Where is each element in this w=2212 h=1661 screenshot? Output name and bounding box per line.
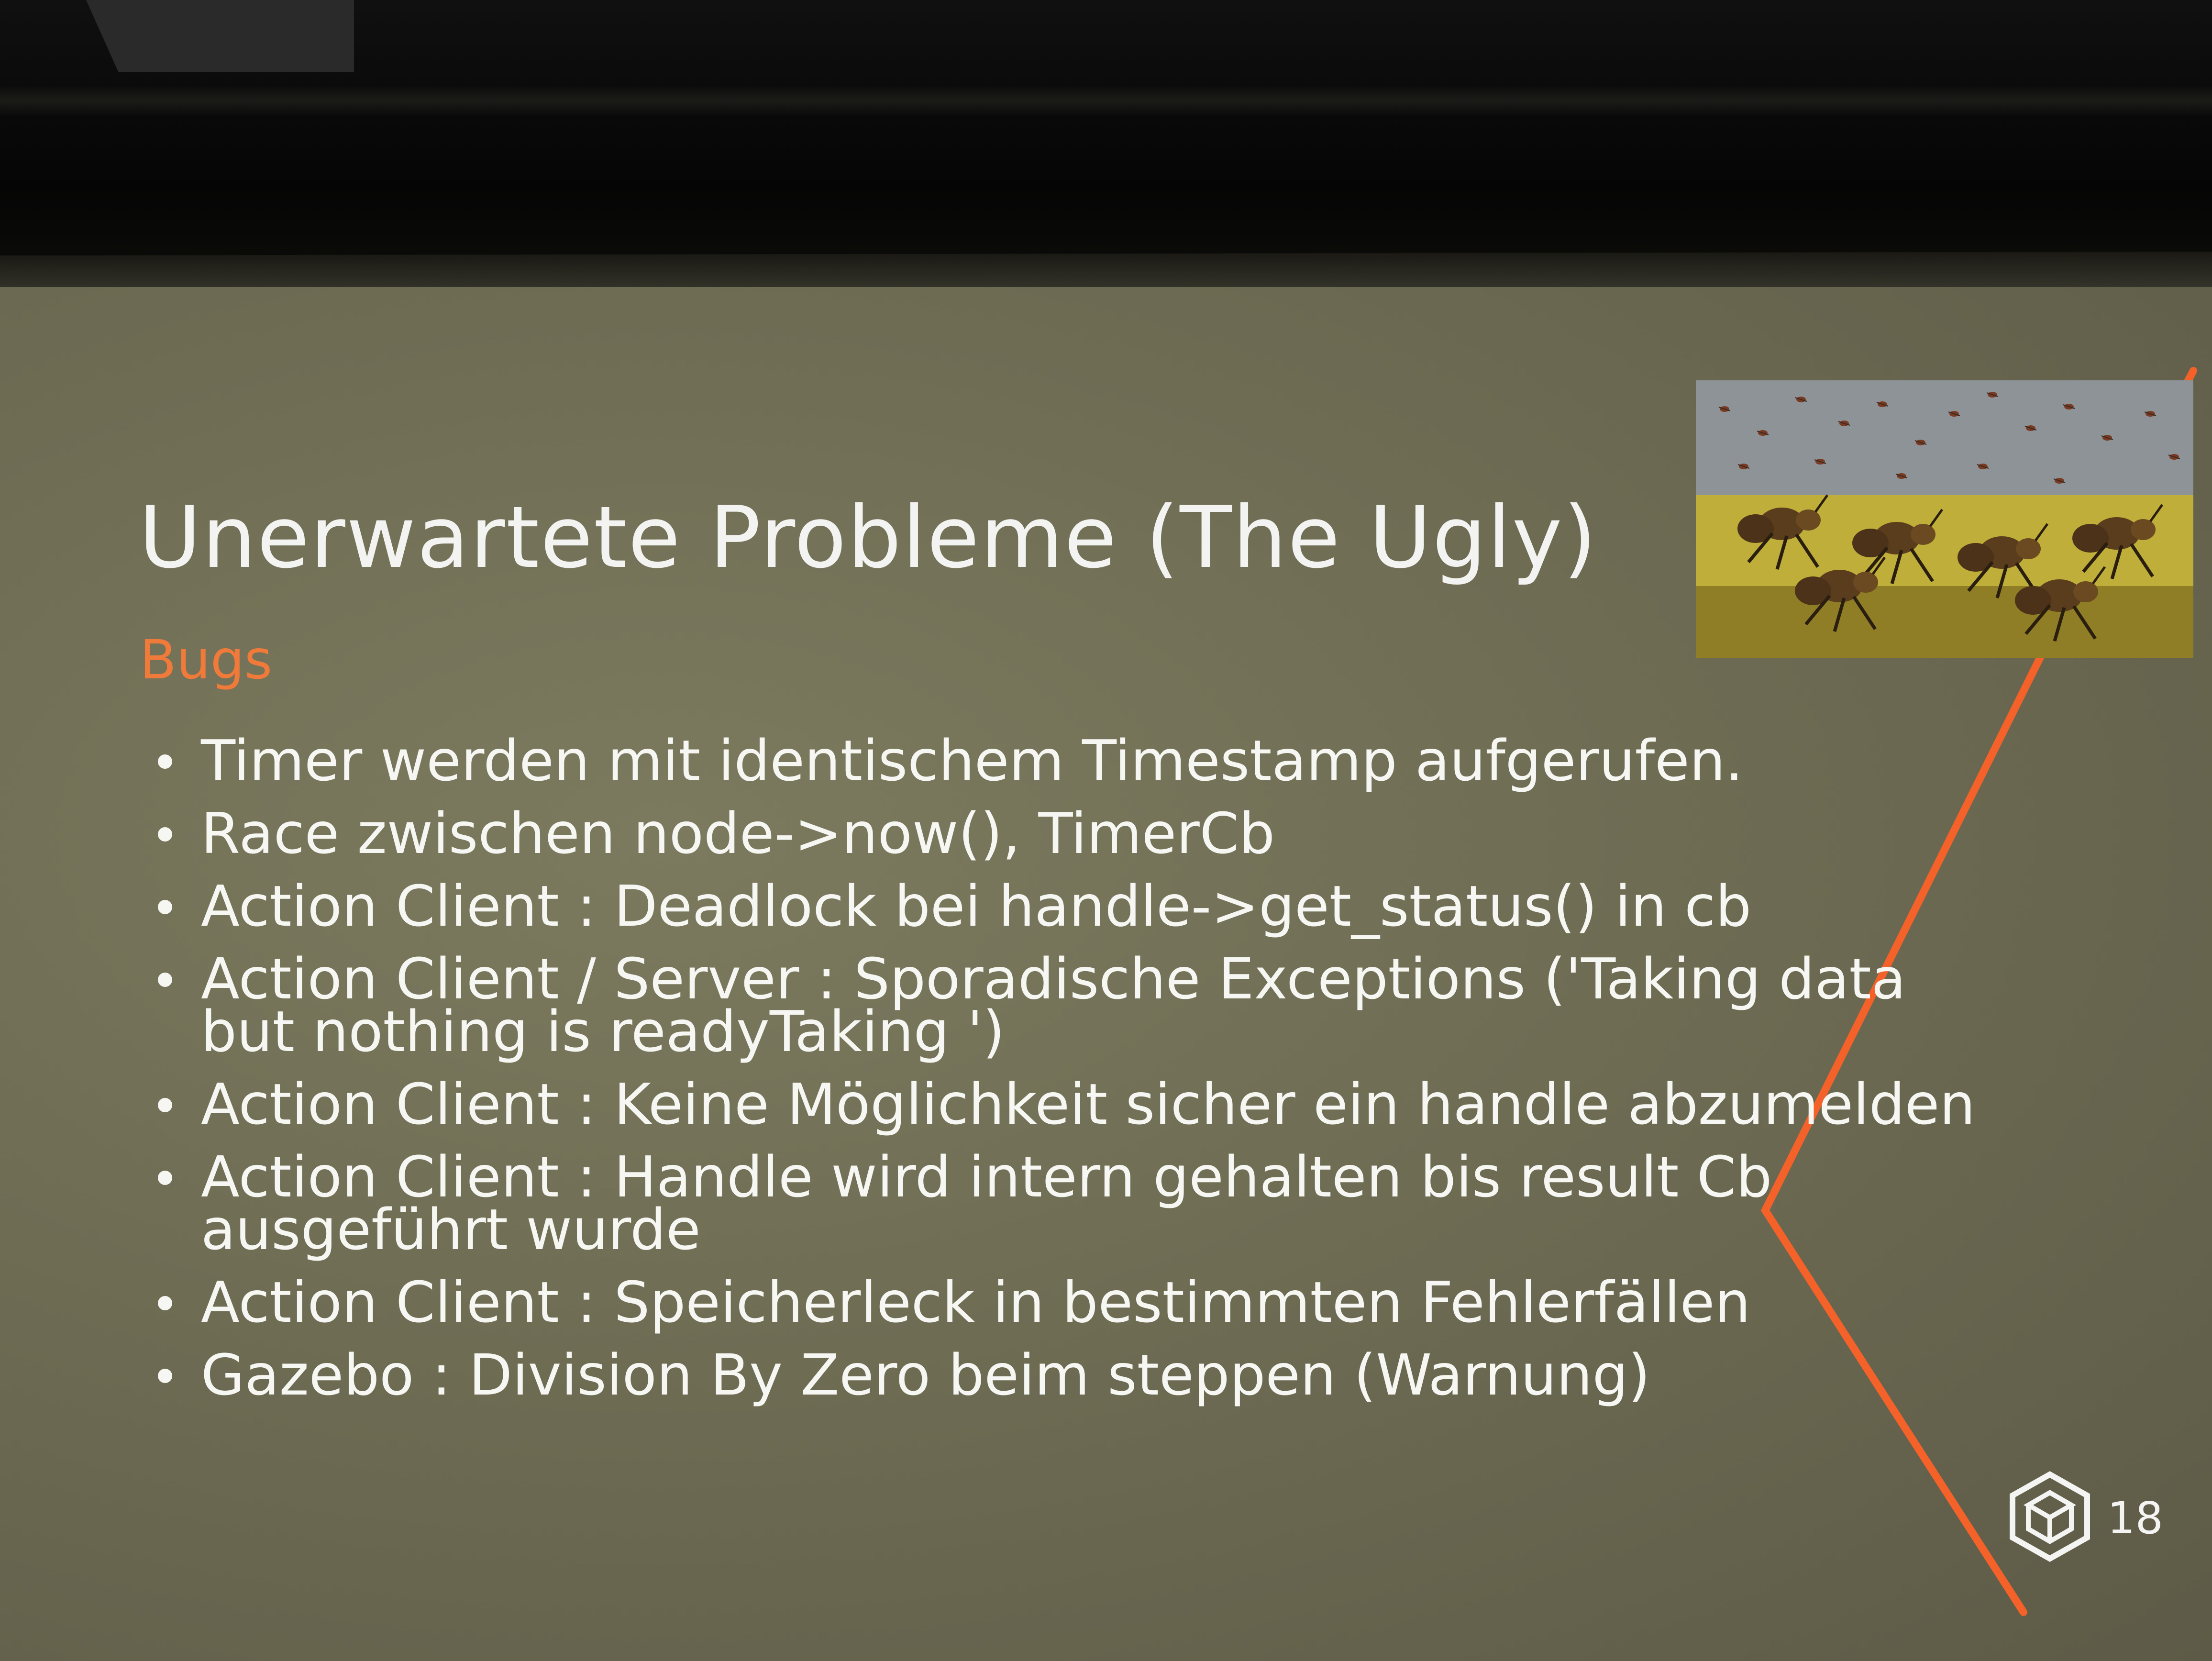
bullet-dot-icon: [158, 1296, 172, 1310]
bullet-text: Action Client : Handle wird intern gehal…: [201, 1144, 1772, 1262]
list-item: Action Client : Keine Möglichkeit sicher…: [153, 1071, 2067, 1137]
presentation-slide: Unerwartete Probleme (The Ugly) Bugs Tim…: [0, 287, 2212, 1661]
giant-ants-illustration: [1696, 380, 2193, 658]
slide-title: Unerwartete Probleme (The Ugly): [139, 488, 1598, 587]
bullet-text: Action Client / Server : Sporadische Exc…: [201, 946, 1906, 1064]
bullet-dot-icon: [158, 900, 172, 914]
bullet-dot-icon: [158, 827, 172, 842]
slide-subtitle: Bugs: [140, 629, 273, 691]
bullet-text: Action Client : Deadlock bei handle->get…: [201, 873, 1752, 939]
bullet-text: Gazebo : Division By Zero beim steppen (…: [201, 1342, 1650, 1408]
bullet-text: Race zwischen node->now(), TimerCb: [201, 800, 1275, 866]
list-item: Timer werden mit identischem Timestamp a…: [153, 728, 2067, 794]
photo-scene: Unerwartete Probleme (The Ugly) Bugs Tim…: [0, 0, 2212, 1661]
ceiling-strip: [0, 86, 2212, 115]
bullet-dot-icon: [158, 754, 172, 769]
ceiling-light: [86, 0, 354, 72]
list-item: Action Client : Deadlock bei handle->get…: [153, 873, 2067, 939]
bullet-text: Action Client : Speicherleck in bestimmt…: [201, 1269, 1751, 1335]
bullet-text: Timer werden mit identischem Timestamp a…: [201, 728, 1744, 794]
list-item: Action Client : Speicherleck in bestimmt…: [153, 1269, 2067, 1335]
bullet-list: Timer werden mit identischem Timestamp a…: [153, 728, 2067, 1421]
list-item: Action Client : Handle wird intern gehal…: [153, 1144, 2067, 1262]
bullet-dot-icon: [158, 1369, 172, 1383]
room-ceiling: [0, 0, 2212, 268]
bullet-dot-icon: [158, 1171, 172, 1185]
hexagon-cube-logo-icon: [2010, 1471, 2090, 1562]
bullet-dot-icon: [158, 1098, 172, 1112]
list-item: Race zwischen node->now(), TimerCb: [153, 800, 2067, 866]
bullet-dot-icon: [158, 973, 172, 987]
list-item: Gazebo : Division By Zero beim steppen (…: [153, 1342, 2067, 1408]
bullet-text: Action Client : Keine Möglichkeit sicher…: [201, 1071, 1976, 1137]
page-number: 18: [2107, 1493, 2164, 1544]
list-item: Action Client / Server : Sporadische Exc…: [153, 946, 2067, 1064]
